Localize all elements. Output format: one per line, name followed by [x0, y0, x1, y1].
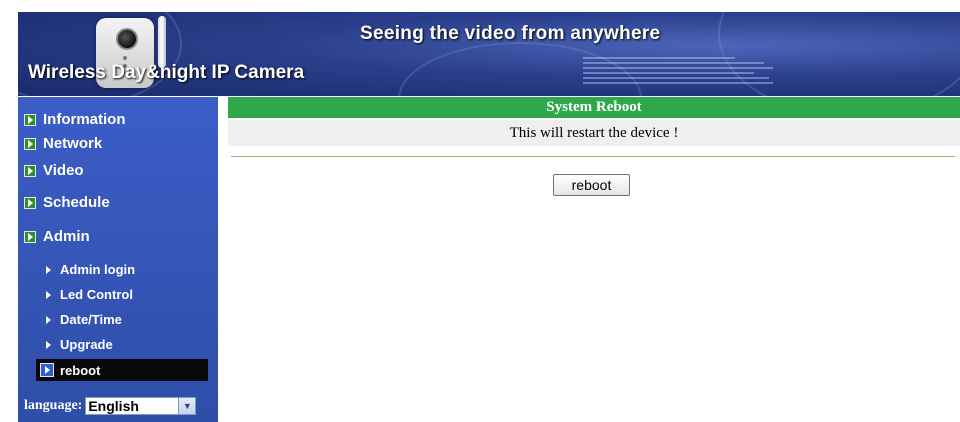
submenu-item-label: Admin login	[60, 262, 136, 277]
menu-bullet-icon	[24, 113, 36, 126]
sidebar: Information Network Video Schedule Admin…	[18, 97, 218, 422]
sidebar-item-label: Network	[43, 135, 103, 152]
header-banner: Wireless Day&night IP Camera Seeing the …	[18, 12, 960, 96]
reboot-button[interactable]: reboot	[553, 174, 630, 196]
camera-antenna-icon	[158, 16, 166, 68]
menu-bullet-icon	[24, 196, 36, 209]
language-select[interactable]: English ▼	[85, 397, 197, 415]
submenu-item-label: Date/Time	[60, 312, 122, 327]
submenu-item-date-time[interactable]: Date/Time	[46, 312, 122, 327]
language-selected-value: English	[88, 398, 139, 414]
submenu-arrow-icon	[46, 265, 51, 274]
product-name: Wireless Day&night IP Camera	[28, 62, 305, 83]
camera-led-icon	[123, 56, 127, 60]
submenu-item-label: reboot	[60, 362, 101, 378]
submenu-item-reboot-active[interactable]: reboot	[36, 359, 208, 381]
submenu-item-label: Upgrade	[60, 337, 113, 352]
sidebar-item-schedule[interactable]: Schedule	[24, 194, 110, 211]
menu-bullet-icon	[24, 164, 36, 177]
banner-slogan: Seeing the video from anywhere	[360, 23, 661, 44]
submenu-item-label: Led Control	[60, 287, 133, 302]
submenu-arrow-icon	[46, 315, 51, 324]
menu-bullet-icon	[40, 363, 54, 377]
language-selector-row: language: English ▼	[24, 397, 197, 415]
sidebar-item-network[interactable]: Network	[24, 135, 102, 152]
submenu-item-upgrade[interactable]: Upgrade	[46, 337, 113, 352]
sidebar-item-label: Schedule	[43, 194, 110, 211]
page-title: System Reboot	[228, 97, 960, 118]
sidebar-item-label: Information	[43, 111, 126, 128]
submenu-arrow-icon	[46, 340, 51, 349]
divider	[231, 156, 955, 158]
menu-bullet-icon	[24, 137, 36, 150]
sidebar-item-video[interactable]: Video	[24, 162, 84, 179]
submenu-item-led-control[interactable]: Led Control	[46, 287, 133, 302]
submenu-arrow-icon	[46, 290, 51, 299]
language-label: language:	[24, 398, 83, 413]
chevron-down-icon[interactable]: ▼	[178, 398, 196, 414]
submenu-item-admin-login[interactable]: Admin login	[46, 262, 135, 277]
sidebar-item-information[interactable]: Information	[24, 111, 126, 128]
banner-decorative-text	[583, 57, 773, 87]
sidebar-item-label: Admin	[43, 228, 90, 245]
sidebar-item-label: Video	[43, 162, 84, 179]
camera-lens-icon	[116, 28, 138, 50]
reboot-message: This will restart the device !	[228, 120, 960, 146]
sidebar-item-admin[interactable]: Admin	[24, 228, 90, 245]
menu-bullet-icon	[24, 230, 36, 243]
